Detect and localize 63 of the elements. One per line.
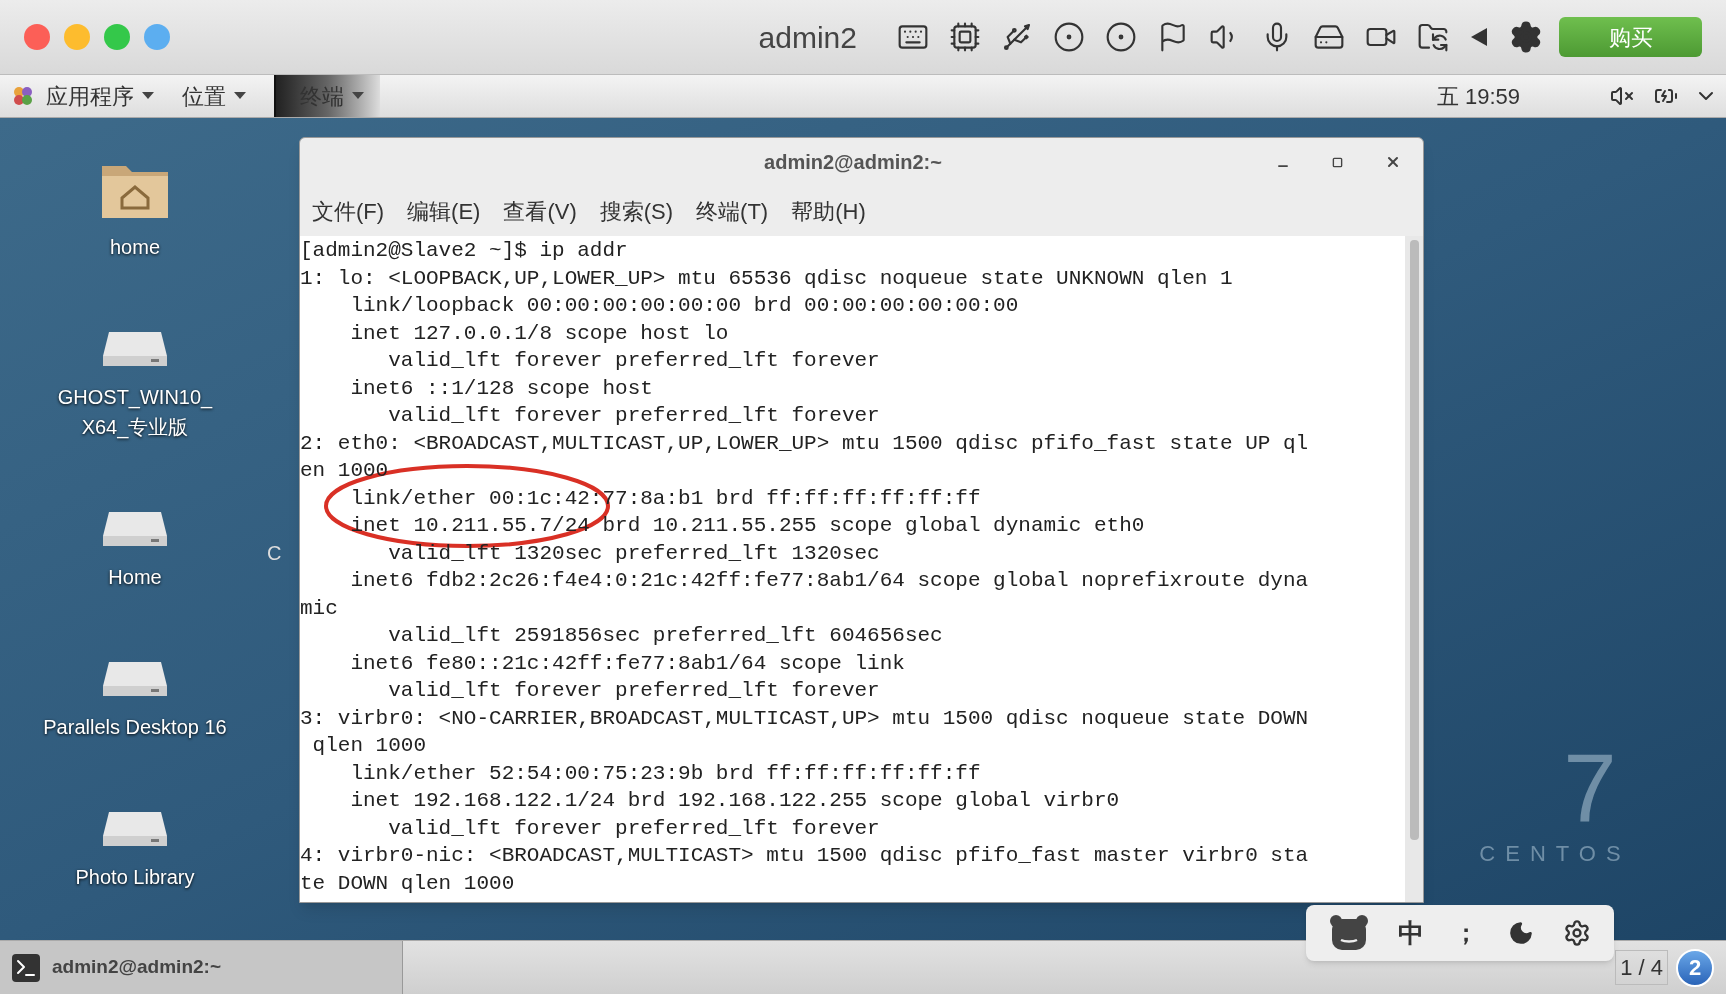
desktop-icon-label[interactable]: Photo Library [75, 862, 195, 892]
disc-icon[interactable] [1105, 21, 1137, 53]
terminal-line: inet 127.0.0.1/8 scope host lo [349, 320, 729, 347]
workspace-switcher[interactable]: 1 / 4 [1615, 950, 1668, 985]
clock[interactable]: 五 19:59 [1436, 79, 1520, 113]
terminal-line: inet 10.211.55.7/24 brd 10.211.55.255 scope global dynamic eth0 [349, 513, 1145, 539]
terminal-line: valid_lft 2591856sec preferred_lft 604656sec [387, 623, 943, 649]
menu-item[interactable]: 搜索(S) [599, 194, 674, 228]
triangle-left-icon[interactable] [1469, 26, 1489, 48]
menu-item[interactable]: 终端(T) [696, 194, 769, 228]
close-icon[interactable] [1385, 154, 1401, 170]
terminal-line: mic [300, 595, 338, 622]
terminal-line: valid_lft 1320sec preferred_lft 1320sec [387, 540, 880, 567]
terminal-line: 1: lo: <LOOPBACK,UP,LOWER_UP> mtu 65536 qdisc noqueue state UNKNOWN qlen 1 [300, 265, 1233, 292]
terminal-line: 3: virbr0: <NO-CARRIER,BROADCAST,MULTICAST,UP> mtu 1500 qdisc noqueue state DOWN [300, 705, 1309, 732]
caret-icon [234, 92, 246, 100]
terminal-line: valid_lft forever preferred_lft forever [387, 678, 880, 704]
terminal-line: inet6 fdb2:2c26:f4e4:0:21c:42ff:fe77:8ab1/64 scope global noprefixroute dyna [349, 568, 1309, 594]
panel-menu[interactable]: 位置 [182, 79, 246, 113]
shared-folder-icon[interactable] [1417, 21, 1449, 53]
terminal-line: te DOWN qlen 1000 [300, 870, 515, 897]
scrollbar[interactable] [1405, 236, 1423, 902]
moon-icon[interactable] [1507, 920, 1534, 946]
terminal-line: 4: virbr0-nic: <BROADCAST,MULTICAST> mtu 1500 qdisc pfifo_fast master virbr0 sta [300, 843, 1309, 869]
desktop-icon-label[interactable]: home [110, 232, 160, 262]
menu-item[interactable]: 编辑(E) [407, 194, 481, 228]
muted-volume-icon[interactable] [1610, 84, 1634, 108]
logo-numeral: 7 [1563, 743, 1617, 833]
taskbar-button[interactable]: admin2@admin2:~ [0, 941, 403, 994]
menu-item[interactable]: 帮助(H) [791, 194, 866, 228]
menu-item[interactable]: 文件(F) [312, 194, 385, 228]
terminal-title: admin2@admin2:~ [763, 150, 943, 175]
terminal-line: inet6 fe80::21c:42ff:fe77:8ab1/64 scope link [349, 650, 905, 677]
terminal-line: valid_lft forever preferred_lft forever [387, 403, 880, 429]
logo-text: CENTOS [1479, 840, 1631, 868]
desktop-icon-label[interactable]: GHOST_WIN10_ X64_专业版 [57, 382, 213, 442]
terminal-line: valid_lft forever preferred_lft forever [387, 815, 880, 842]
terminal-line: link/ether 52:54:00:75:23:9b brd ff:ff:ff:ff:ff:ff [349, 760, 981, 787]
terminal-line: en 1000 [300, 458, 389, 484]
terminal-line: link/loopback 00:00:00:00:00:00 brd 00:00:00:00:00:00 [349, 293, 1019, 319]
panel-menu[interactable]: 应用程序 [46, 79, 154, 113]
caret-icon [352, 92, 364, 100]
terminal-line: inet 192.168.122.1/24 brd 192.168.122.255 scope global virbr0 [349, 788, 1120, 814]
terminal-line: inet6 ::1/128 scope host [349, 375, 653, 402]
caret-icon [142, 92, 154, 100]
notification-badge[interactable]: 2 [1676, 948, 1714, 987]
menu-item[interactable]: 查看(V) [503, 194, 577, 228]
window-title: admin2 [758, 19, 857, 56]
disc-icon[interactable] [1053, 21, 1085, 53]
terminal-line: qlen 1000 [311, 733, 427, 759]
applications-icon [12, 85, 34, 107]
maximize-icon[interactable] [1332, 156, 1343, 168]
language-toggle[interactable]: 中 [1398, 913, 1425, 953]
terminal-icon [12, 953, 40, 982]
terminal-line: valid_lft forever preferred_lft forever [387, 348, 880, 374]
desktop-icon-label[interactable]: Home [108, 562, 162, 592]
desktop-icon-label[interactable]: Parallels Desktop 16 [43, 712, 227, 742]
punctuation-toggle[interactable]: ； [1454, 915, 1478, 951]
terminal-line: 2: eth0: <BROADCAST,MULTICAST,UP,LOWER_UP> mtu 1500 qdisc pfifo_fast state UP ql [300, 430, 1309, 457]
usb-icon[interactable] [1001, 21, 1033, 53]
cpu-icon[interactable] [949, 21, 981, 53]
desktop-icon-label: C [267, 541, 282, 566]
terminal-line: [admin2@Slave2 ~]$ ip addr [300, 238, 628, 264]
